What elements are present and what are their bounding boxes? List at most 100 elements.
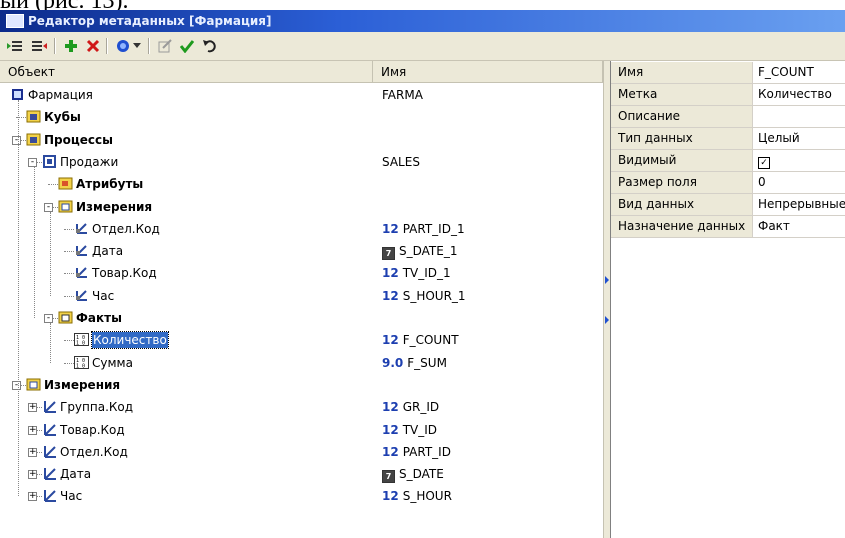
apply-icon[interactable] [176, 36, 198, 56]
dropdown-icon[interactable] [130, 36, 144, 56]
tree-row[interactable]: Фармация FARMA [0, 84, 603, 106]
tree-row[interactable]: - Измерения [0, 196, 603, 218]
tree-row[interactable]: Час 12 S_HOUR_1 [0, 285, 603, 307]
checkbox-icon[interactable]: ✓ [758, 157, 770, 169]
tree-item-label[interactable]: Атрибуты [76, 176, 143, 192]
tree-item-label[interactable]: Группа.Код [60, 399, 133, 415]
tree-row[interactable]: Отдел.Код 12 PART_ID_1 [0, 218, 603, 240]
tree-item-label[interactable]: Кубы [44, 109, 81, 125]
tree-connector [64, 295, 74, 297]
tree-item-label[interactable]: Товар.Код [60, 422, 125, 438]
property-row[interactable]: Назначение данных Факт [611, 216, 845, 238]
property-value[interactable]: Количество [753, 84, 845, 105]
column-header-object[interactable]: Объект [0, 61, 373, 83]
property-grid: Имя F_COUNT Метка Количество Описание Тип дан… [611, 61, 845, 538]
tree-row[interactable]: + Товар.Код 12 TV_ID [0, 419, 603, 441]
tree-item-label[interactable]: Товар.Код [92, 265, 157, 281]
delete-icon[interactable] [82, 36, 104, 56]
tree-row[interactable]: 1 01 0 Сумма 9.0 F_SUM [0, 352, 603, 374]
column-header-name[interactable]: Имя [373, 61, 603, 83]
edit-icon[interactable] [154, 36, 176, 56]
property-row[interactable]: Видимый ✓ [611, 150, 845, 172]
tree-item-label[interactable]: Измерения [44, 377, 120, 393]
collapse-icon[interactable]: - [44, 314, 53, 323]
tree-item-label[interactable]: Дата [60, 466, 91, 482]
property-row[interactable]: Размер поля 0 [611, 172, 845, 194]
dimensions-folder-icon [26, 377, 41, 392]
tree-row[interactable]: 1 01 0 Количество 12 F_COUNT [0, 329, 603, 351]
property-value[interactable] [753, 106, 845, 127]
property-key: Метка [611, 84, 753, 105]
tree-row[interactable]: Атрибуты [0, 173, 603, 195]
property-key: Тип данных [611, 128, 753, 149]
expand-icon[interactable]: + [28, 492, 37, 502]
tree-item-label[interactable]: Сумма [92, 355, 133, 371]
object-tree[interactable]: Объект Имя Фармация FARMA Кубы - Процессы - Пр… [0, 61, 603, 538]
tree-item-name: 12 GR_ID [382, 399, 439, 415]
dimension-link-icon [74, 288, 89, 303]
add-icon[interactable] [60, 36, 82, 56]
tree-item-label[interactable]: Продажи [60, 154, 118, 170]
property-value[interactable]: 0 [753, 172, 845, 193]
property-row[interactable]: Описание [611, 106, 845, 128]
tree-row[interactable]: Кубы [0, 106, 603, 128]
dimensions-folder-icon [58, 199, 73, 214]
pane-splitter[interactable] [603, 61, 611, 538]
tree-item-label[interactable]: Час [60, 488, 82, 504]
collapse-icon[interactable]: - [12, 380, 21, 390]
tree-item-label[interactable]: Измерения [76, 199, 152, 215]
property-key: Видимый [611, 150, 753, 171]
tree-row[interactable]: + Дата 7 S_DATE [0, 463, 603, 485]
expand-icon[interactable]: + [28, 425, 37, 435]
tree-item-label[interactable]: Час [92, 288, 114, 304]
tree-item-name-text: SALES [382, 154, 420, 169]
collapse-icon[interactable]: - [28, 157, 37, 167]
tree-item-label[interactable]: Дата [92, 243, 123, 259]
facts-folder-icon [58, 310, 73, 325]
window-titlebar[interactable]: Редактор метаданных [Фармация] [0, 10, 845, 32]
tree-row[interactable]: - Продажи SALES [0, 151, 603, 173]
expand-icon[interactable]: + [28, 470, 37, 480]
property-key: Вид данных [611, 194, 753, 215]
tree-item-label[interactable]: Фармация [28, 87, 93, 103]
tree-item-label[interactable]: Количество [91, 331, 169, 350]
type-tag: 12 [382, 221, 399, 236]
property-row[interactable]: Метка Количество [611, 84, 845, 106]
tree-row[interactable]: + Отдел.Код 12 PART_ID [0, 441, 603, 463]
tree-connector [64, 362, 74, 364]
property-row[interactable]: Тип данных Целый [611, 128, 845, 150]
property-value[interactable]: ✓ [753, 150, 845, 171]
tree-row[interactable]: - Измерения [0, 374, 603, 396]
indent-icon[interactable] [4, 36, 26, 56]
tree-item-label[interactable]: Факты [76, 310, 122, 326]
outdent-icon[interactable] [28, 36, 50, 56]
tree-item-name: 12 S_HOUR [382, 488, 452, 504]
property-key: Размер поля [611, 172, 753, 193]
tree-row[interactable]: + Час 12 S_HOUR [0, 485, 603, 507]
tree-item-label[interactable]: Отдел.Код [92, 221, 160, 237]
tree-row[interactable]: Товар.Код 12 TV_ID_1 [0, 262, 603, 284]
property-row[interactable]: Имя F_COUNT [611, 62, 845, 84]
property-value[interactable]: Целый [753, 128, 845, 149]
undo-icon[interactable] [198, 36, 220, 56]
tree-row[interactable]: - Процессы [0, 129, 603, 151]
tree-item-label[interactable]: Процессы [44, 132, 113, 148]
tree-item-name-text: PART_ID_1 [402, 221, 465, 236]
tree-item-name-text: S_HOUR [402, 489, 452, 504]
tree-row[interactable]: + Группа.Код 12 GR_ID [0, 396, 603, 418]
folder-icon [26, 132, 41, 147]
expand-icon[interactable]: + [28, 403, 37, 413]
collapse-icon[interactable]: - [12, 135, 21, 145]
tree-row[interactable]: Дата 7 S_DATE_1 [0, 240, 603, 262]
tree-item-name: SALES [382, 154, 420, 170]
tree-item-name-text: TV_ID [402, 422, 438, 437]
tree-connector [48, 184, 58, 186]
property-row[interactable]: Вид данных Непрерывные [611, 194, 845, 216]
expand-icon[interactable]: + [28, 447, 37, 457]
property-value[interactable]: Непрерывные [753, 194, 845, 215]
property-value[interactable]: F_COUNT [753, 62, 845, 83]
property-value[interactable]: Факт [753, 216, 845, 237]
collapse-icon[interactable]: - [44, 202, 53, 212]
tree-row[interactable]: - Факты [0, 307, 603, 329]
tree-item-label[interactable]: Отдел.Код [60, 444, 128, 460]
